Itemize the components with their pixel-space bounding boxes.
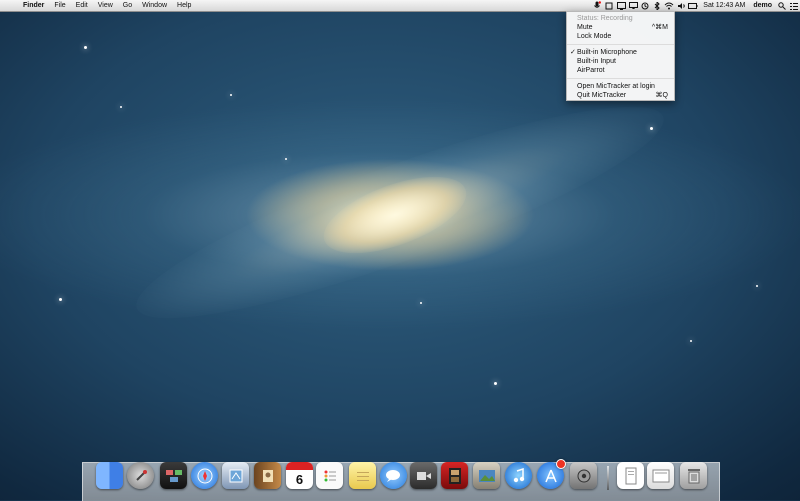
status-area: Sat 12:43 AM demo xyxy=(591,0,800,11)
calendar-day: 6 xyxy=(295,472,304,487)
checklist-icon xyxy=(316,462,343,489)
status-recording: Status: Recording xyxy=(577,15,633,22)
contacts-icon[interactable] xyxy=(254,462,281,489)
photo-icon xyxy=(473,462,500,489)
preview-icon[interactable] xyxy=(647,462,674,489)
quit-label: Quit MicTracker xyxy=(577,92,627,99)
calendar-header xyxy=(286,462,313,470)
galaxy-core xyxy=(314,161,476,269)
menu-go[interactable]: Go xyxy=(118,0,137,11)
camera-icon xyxy=(410,462,437,489)
time-machine-icon[interactable] xyxy=(639,0,651,11)
mute-item[interactable]: Mute ^⌘M xyxy=(567,23,674,32)
star xyxy=(285,158,287,160)
menu-bar: Finder File Edit View Go Window Help Sat… xyxy=(0,0,800,12)
airparrot-item[interactable]: AirParrot xyxy=(567,66,674,75)
mute-label: Mute xyxy=(577,24,593,31)
gear-icon xyxy=(570,462,597,489)
safari-icon[interactable] xyxy=(191,462,218,489)
screenshot-icon xyxy=(647,462,674,489)
star xyxy=(650,127,653,130)
app-menu-finder[interactable]: Finder xyxy=(18,0,49,11)
built-in-input-item[interactable]: Built-in Input xyxy=(567,57,674,66)
menu-window[interactable]: Window xyxy=(137,0,172,11)
trash-icon[interactable] xyxy=(680,462,707,489)
open-at-login-item[interactable]: Open MicTracker at login xyxy=(567,82,674,91)
battery-flag-icon[interactable] xyxy=(687,0,699,11)
address-book-icon xyxy=(254,462,281,489)
itunes-icon[interactable] xyxy=(505,462,532,489)
trash-can-icon xyxy=(680,462,707,489)
windows-icon xyxy=(160,462,187,489)
filmstrip-icon xyxy=(441,462,468,489)
microphone-icon[interactable] xyxy=(591,0,603,11)
star xyxy=(59,298,62,301)
star xyxy=(120,106,122,108)
stamp-icon xyxy=(222,462,249,489)
star xyxy=(84,46,87,49)
mute-shortcut: ^⌘M xyxy=(651,24,668,31)
file-icon xyxy=(617,462,644,489)
mictracker-menu: Status: Recording Mute ^⌘M Lock Mode ✓ B… xyxy=(566,11,675,101)
built-in-microphone-item[interactable]: ✓ Built-in Microphone xyxy=(567,48,674,57)
facetime-icon[interactable] xyxy=(410,462,437,489)
quit-shortcut: ⌘Q xyxy=(655,92,668,99)
iphoto-icon[interactable] xyxy=(473,462,500,489)
star xyxy=(420,302,422,304)
notification-center-icon[interactable] xyxy=(788,0,800,11)
system-preferences-icon[interactable] xyxy=(570,462,597,489)
reminders-icon[interactable] xyxy=(316,462,343,489)
app-store-badge xyxy=(556,459,566,469)
mission-control-icon[interactable] xyxy=(160,462,187,489)
compass-icon xyxy=(191,462,218,489)
photo-booth-icon[interactable] xyxy=(441,462,468,489)
lock-mode-item[interactable]: Lock Mode xyxy=(567,32,674,41)
spotlight-icon[interactable] xyxy=(776,0,788,11)
star xyxy=(690,340,692,342)
document-icon[interactable] xyxy=(617,462,644,489)
built-in-microphone-label: Built-in Microphone xyxy=(577,49,637,56)
star xyxy=(756,285,758,287)
menu-file[interactable]: File xyxy=(49,0,70,11)
dock-divider xyxy=(607,466,609,490)
notes-icon[interactable] xyxy=(349,462,376,489)
menu-separator xyxy=(567,44,674,45)
speech-bubble-icon xyxy=(380,462,407,489)
bluetooth-icon[interactable] xyxy=(651,0,663,11)
clock[interactable]: Sat 12:43 AM xyxy=(699,0,749,11)
star xyxy=(494,382,497,385)
finder-icon[interactable] xyxy=(96,462,123,489)
calendar-icon[interactable]: 6 xyxy=(286,462,313,489)
note-lines-icon xyxy=(349,462,376,489)
messages-icon[interactable] xyxy=(380,462,407,489)
star xyxy=(230,94,232,96)
display-icon[interactable] xyxy=(615,0,627,11)
wifi-icon[interactable] xyxy=(663,0,675,11)
airplay-icon[interactable] xyxy=(627,0,639,11)
launchpad-icon[interactable] xyxy=(127,462,154,489)
rocket-icon xyxy=(127,462,154,489)
user-menu[interactable]: demo xyxy=(749,0,776,11)
music-note-icon xyxy=(505,462,532,489)
menu-separator xyxy=(567,78,674,79)
menu-help[interactable]: Help xyxy=(172,0,196,11)
menu-view[interactable]: View xyxy=(93,0,118,11)
menu-edit[interactable]: Edit xyxy=(71,0,93,11)
quit-mictracker-item[interactable]: Quit MicTracker ⌘Q xyxy=(567,91,674,100)
volume-icon[interactable] xyxy=(675,0,687,11)
mail-icon[interactable] xyxy=(222,462,249,489)
checkmark-icon: ✓ xyxy=(570,49,576,56)
stop-icon[interactable] xyxy=(603,0,615,11)
